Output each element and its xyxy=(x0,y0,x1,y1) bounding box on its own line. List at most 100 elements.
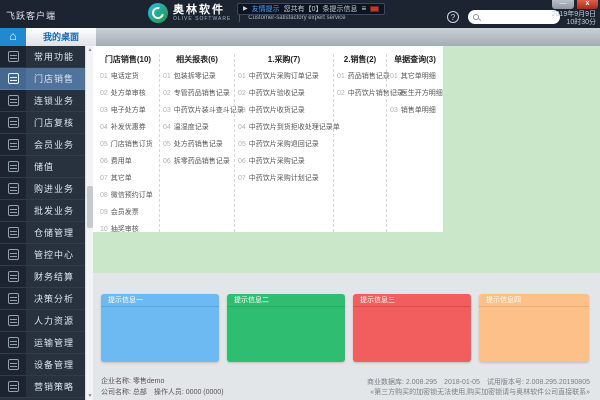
search-box[interactable] xyxy=(468,10,560,24)
sidebar-item-wholesale[interactable]: 批发业务 xyxy=(0,200,85,222)
notice-ticker[interactable]: ▶ 友情提示 您共有【0】条提示信息 ≡ xyxy=(237,3,385,15)
database-version: 商业数据库: 2.008.295 2018-01-05 试用版本号: 2.008… xyxy=(367,378,590,388)
brand-name: 奥林软件 xyxy=(173,5,231,16)
sidebar-item-hr[interactable]: 人力资源 xyxy=(0,310,85,332)
finance-icon xyxy=(8,271,19,282)
search-icon xyxy=(473,14,479,20)
menu-link[interactable]: 01包装拆零记录 xyxy=(163,73,231,81)
sidebar-item-common-functions[interactable]: 常用功能 xyxy=(0,46,85,68)
menu-link[interactable]: 07中药饮片采购计划记录 xyxy=(238,175,330,183)
sidebar-item-marketing[interactable]: 营销策略 xyxy=(0,376,85,398)
menu-link[interactable]: 02中药饮片销售记录 xyxy=(337,90,383,98)
info-card-title: 提示信息二 xyxy=(227,294,345,307)
notice-text: 您共有【0】条提示信息 xyxy=(284,4,358,14)
menu-link[interactable]: 08微信预约订单 xyxy=(100,192,156,200)
control-center-icon xyxy=(8,249,19,260)
common-functions-icon xyxy=(8,51,19,62)
menu-link[interactable]: 03中药饮片装斗查斗记录 xyxy=(163,107,231,115)
menu-link[interactable]: 01中药饮片采购订单记录 xyxy=(238,73,330,81)
equipment-icon xyxy=(8,359,19,370)
info-card-2[interactable]: 提示信息二 xyxy=(227,294,345,362)
sidebar-item-finance[interactable]: 财务结算 xyxy=(0,266,85,288)
sidebar-scrollbar[interactable]: ▲ ▼ xyxy=(85,46,93,400)
menu-link[interactable]: 04补发优惠券 xyxy=(100,124,156,132)
sidebar-item-decision-analysis[interactable]: 决策分析 xyxy=(0,288,85,310)
close-button[interactable]: x xyxy=(577,0,598,9)
wholesale-icon xyxy=(8,205,19,216)
hr-icon xyxy=(8,315,19,326)
sidebar-item-chain-business[interactable]: 连锁业务 xyxy=(0,90,85,112)
column-sales: 2.销售(2) 01药品销售记录 02中药饮片销售记录 xyxy=(333,54,386,232)
home-button[interactable]: ⌂ xyxy=(0,28,26,46)
sidebar-item-transport[interactable]: 运输管理 xyxy=(0,332,85,354)
sidebar-menu: 常用功能 门店销售 连锁业务 门店复核 会员业务 储值 购进业务 批发业务 仓储… xyxy=(0,46,85,400)
menu-link[interactable]: 02医生开方明细 xyxy=(390,90,440,98)
menu-link[interactable]: 06拆零药品销售记录 xyxy=(163,158,231,166)
purchasing-icon xyxy=(8,183,19,194)
sidebar-item-control-center[interactable]: 管控中心 xyxy=(0,244,85,266)
app-title: 飞跃客户端 xyxy=(6,9,56,22)
transport-icon xyxy=(8,337,19,348)
play-icon: ▶ xyxy=(243,6,248,12)
member-business-icon xyxy=(8,139,19,150)
menu-link[interactable]: 05处方药销售记录 xyxy=(163,141,231,149)
menu-link[interactable]: 05中药饮片采购退回记录 xyxy=(238,141,330,149)
column-title: 2.销售(2) xyxy=(337,54,383,65)
menu-link[interactable]: 02专管药品销售记录 xyxy=(163,90,231,98)
info-card-1[interactable]: 提示信息一 xyxy=(101,294,219,362)
sidebar-item-stored-value[interactable]: 储值 xyxy=(0,156,85,178)
info-card-title: 提示信息一 xyxy=(101,294,219,307)
menu-link[interactable]: 04温湿度记录 xyxy=(163,124,231,132)
menu-link[interactable]: 01其它单明细 xyxy=(390,73,440,81)
status-company-info: 企业名称: 零售demo 公司名称: 总部 操作人员: 0000 (0000) xyxy=(101,376,224,398)
column-doc-query: 单据查询(3) 01其它单明细 02医生开方明细 03销售单明细 xyxy=(386,54,443,232)
help-button[interactable]: ? xyxy=(447,11,459,23)
sidebar-item-purchasing[interactable]: 购进业务 xyxy=(0,178,85,200)
brand-subtitle: OLIVE SOFTWARE xyxy=(173,16,231,22)
menu-link[interactable]: 01药品销售记录 xyxy=(337,73,383,81)
search-input[interactable] xyxy=(483,14,553,21)
menu-link[interactable]: 03电子处方单 xyxy=(100,107,156,115)
info-card-title: 提示信息四 xyxy=(479,294,589,307)
warehouse-icon xyxy=(8,227,19,238)
tab-my-desktop[interactable]: 我的桌面 xyxy=(26,28,96,46)
menu-link[interactable]: 04中药饮片到货拒收处理记录单 xyxy=(238,124,330,132)
sidebar-item-member-business[interactable]: 会员业务 xyxy=(0,134,85,156)
sidebar-item-store-sales[interactable]: 门店销售 xyxy=(0,68,85,90)
info-card-3[interactable]: 提示信息三 xyxy=(353,294,471,362)
flag-icon[interactable] xyxy=(370,6,379,12)
menu-link[interactable]: 06中药饮片采购记录 xyxy=(238,158,330,166)
menu-link[interactable]: 10抽奖审核 xyxy=(100,226,156,234)
menu-link[interactable]: 06费用单 xyxy=(100,158,156,166)
column-reports: 相关报表(6) 01包装拆零记录 02专管药品销售记录 03中药饮片装斗查斗记录… xyxy=(159,54,234,232)
menu-link[interactable]: 02处方单审核 xyxy=(100,90,156,98)
marketing-icon xyxy=(8,381,19,392)
company-operator: 公司名称: 总部 操作人员: 0000 (0000) xyxy=(101,387,224,398)
sidebar-item-warehouse[interactable]: 仓储管理 xyxy=(0,222,85,244)
datetime-display: 2019年9月9日 10时30分 xyxy=(552,11,596,27)
column-title: 门店销售(10) xyxy=(100,54,156,65)
menu-link[interactable]: 05门店销售订货 xyxy=(100,141,156,149)
tab-bar: ⌂ 我的桌面 xyxy=(0,28,600,46)
desktop-area: 门店销售(10) 01电话定货 02处方单审核 03电子处方单 04补发优惠券 … xyxy=(93,46,600,400)
minimize-button[interactable]: — xyxy=(552,0,574,9)
list-icon[interactable]: ≡ xyxy=(362,5,367,13)
column-title: 1.采购(7) xyxy=(238,54,330,65)
title-bar: 飞跃客户端 奥林软件 OLIVE SOFTWARE 让客户满意的专家型服务 Cu… xyxy=(0,0,600,28)
menu-link[interactable]: 01电话定货 xyxy=(100,73,156,81)
notice-label: 友情提示 xyxy=(252,4,280,14)
info-card-4[interactable]: 提示信息四 xyxy=(479,294,589,362)
menu-link[interactable]: 03中药饮片收货记录 xyxy=(238,107,330,115)
menu-link[interactable]: 02中药饮片验收记录 xyxy=(238,90,330,98)
chain-business-icon xyxy=(8,95,19,106)
info-card-title: 提示信息三 xyxy=(353,294,471,307)
menu-link[interactable]: 03销售单明细 xyxy=(390,107,440,115)
sidebar-item-store-review[interactable]: 门店复核 xyxy=(0,112,85,134)
stored-value-icon xyxy=(8,161,19,172)
brand-slogan-en: Customer-satisfactory expert service xyxy=(248,15,345,22)
menu-link[interactable]: 09会员发票 xyxy=(100,209,156,217)
date-text: 2019年9月9日 xyxy=(552,11,596,19)
store-review-icon xyxy=(8,117,19,128)
sidebar-item-equipment[interactable]: 设备管理 xyxy=(0,354,85,376)
menu-link[interactable]: 07其它单 xyxy=(100,175,156,183)
